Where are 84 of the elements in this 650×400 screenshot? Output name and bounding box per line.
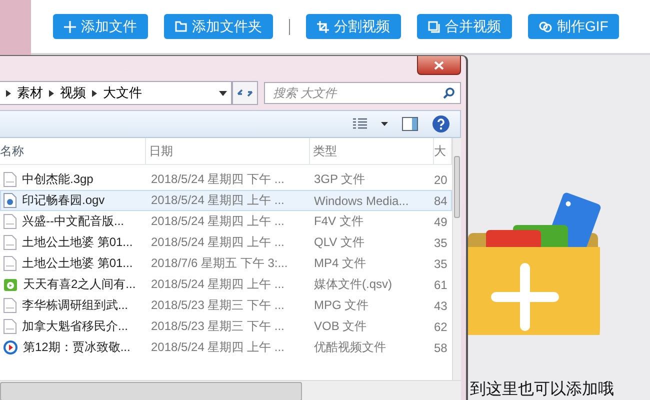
file-type: VOB 文件: [313, 318, 368, 335]
file-icon: [3, 319, 17, 334]
file-date: 2018/7/6 星期五 下午 3:...: [150, 255, 289, 272]
search-field[interactable]: 搜索 大文件: [264, 82, 461, 104]
file-size: 84: [434, 194, 448, 208]
search-icon: [443, 87, 455, 99]
file-row[interactable]: 第12期：贾冰致敬... 2018/5/24 星期四 上午 ... 优酷视频文件 58: [0, 337, 452, 358]
play-icon: [3, 340, 18, 355]
file-type: Windows Media...: [313, 194, 410, 208]
file-size: 49: [434, 214, 448, 228]
drop-hint-text: 到这里也可以添加哦: [469, 380, 614, 400]
file-icon: [3, 214, 17, 229]
file-name: 印记畅春园.ogv: [22, 192, 105, 209]
file-row[interactable]: 兴盛--中文配音版... 2018/5/24 星期四 上午 ... F4V 文件 49: [0, 211, 452, 232]
file-size: 35: [434, 256, 448, 270]
background-strip: [0, 0, 31, 55]
breadcrumb-item[interactable]: 素材: [17, 84, 43, 102]
column-header[interactable]: 名称: [0, 138, 146, 164]
file-type: 3GP 文件: [313, 171, 366, 188]
file-name: 加拿大魁省移民介...: [22, 318, 128, 335]
file-name: 李华栋调研组到武...: [22, 297, 128, 314]
file-date: 2018/5/23 星期三 下午 ...: [150, 318, 286, 335]
refresh-button[interactable]: [232, 81, 258, 105]
file-icon: [3, 172, 17, 187]
merge-icon: [428, 20, 440, 32]
file-row[interactable]: 中创杰能.3gp 2018/5/24 星期四 下午 ... 3GP 文件 20: [0, 169, 452, 190]
file-name: 第12期：贾冰致敬...: [23, 339, 130, 356]
file-row[interactable]: 土地公土地婆 第01... 2018/7/6 星期五 下午 3:... MP4 文件 35: [0, 253, 452, 274]
preview-pane-icon[interactable]: [402, 117, 418, 131]
file-date: 2018/5/24 星期四 上午 ...: [150, 213, 286, 230]
file-size: 35: [434, 236, 448, 250]
file-date: 2018/5/24 星期四 上午 ...: [150, 339, 286, 356]
file-type: 媒体文件(.qsv): [313, 276, 393, 293]
file-name: 土地公土地婆 第01...: [22, 255, 133, 272]
media-file-icon: [3, 277, 18, 292]
file-date: 2018/5/24 星期四 下午 ...: [150, 171, 286, 188]
file-size: 20: [434, 172, 448, 186]
file-date: 2018/5/23 星期三 下午 ...: [150, 297, 286, 314]
chevron-icon: [49, 90, 54, 96]
file-row[interactable]: 李华栋调研组到武... 2018/5/23 星期三 下午 ... MPG 文件 43: [0, 295, 452, 316]
view-list-icon[interactable]: [353, 118, 367, 130]
plus-icon: [64, 20, 76, 32]
file-type: QLV 文件: [313, 234, 366, 251]
help-icon[interactable]: [432, 115, 450, 133]
breadcrumb-item[interactable]: 大文件: [103, 84, 142, 102]
column-header[interactable]: 类型: [310, 138, 434, 164]
chevron-icon: [92, 90, 97, 96]
file-icon: [3, 256, 17, 271]
crop-icon: [317, 20, 329, 32]
close-icon: [434, 60, 444, 70]
file-date: 2018/5/24 星期四 上午 ...: [150, 234, 286, 251]
file-icon: [3, 298, 17, 313]
vertical-scrollbar[interactable]: [452, 138, 461, 380]
file-size: 43: [434, 298, 448, 312]
file-name: 天天有喜2之人间有...: [23, 276, 136, 293]
file-row[interactable]: 天天有喜2之人间有... 2018/5/24 星期四 上午 ... 媒体文件(.qsv) 61: [0, 274, 452, 295]
file-name: 兴盛--中文配音版...: [22, 213, 124, 230]
file-name: 中创杰能.3gp: [22, 171, 94, 188]
column-header[interactable]: 日期: [146, 138, 310, 164]
dropdown-icon[interactable]: [381, 122, 388, 126]
file-size: 58: [434, 340, 448, 354]
file-type: 优酷视频文件: [313, 339, 387, 356]
horizontal-scrollbar[interactable]: [0, 380, 461, 400]
file-name: 土地公土地婆 第01...: [22, 234, 133, 251]
file-type: MPG 文件: [313, 297, 370, 314]
file-icon: [3, 235, 17, 250]
media-file-icon: [3, 193, 17, 208]
file-type: F4V 文件: [313, 213, 364, 230]
close-button[interactable]: [417, 56, 461, 75]
file-row[interactable]: 加拿大魁省移民介... 2018/5/23 星期三 下午 ... VOB 文件 62: [0, 316, 452, 337]
file-date: 2018/5/24 星期四 上午 ...: [150, 192, 286, 209]
chevron-icon: [6, 90, 11, 96]
address-bar[interactable]: 素材 视频 大文件: [0, 81, 232, 105]
link-icon: [539, 20, 552, 32]
file-row[interactable]: 印记畅春园.ogv 2018/5/24 星期四 上午 ... Windows Media... 84: [0, 190, 452, 211]
file-row[interactable]: 土地公土地婆 第01... 2018/5/24 星期四 上午 ... QLV 文件 35: [0, 232, 452, 253]
file-type: MP4 文件: [313, 255, 368, 272]
dropdown-icon[interactable]: [219, 90, 227, 96]
file-size: 61: [434, 278, 448, 292]
folder-icon: [175, 21, 187, 32]
file-date: 2018/5/24 星期四 上午 ...: [150, 276, 286, 293]
file-size: 62: [434, 320, 448, 334]
breadcrumb-item[interactable]: 视频: [60, 84, 86, 102]
refresh-icon: [237, 87, 253, 99]
